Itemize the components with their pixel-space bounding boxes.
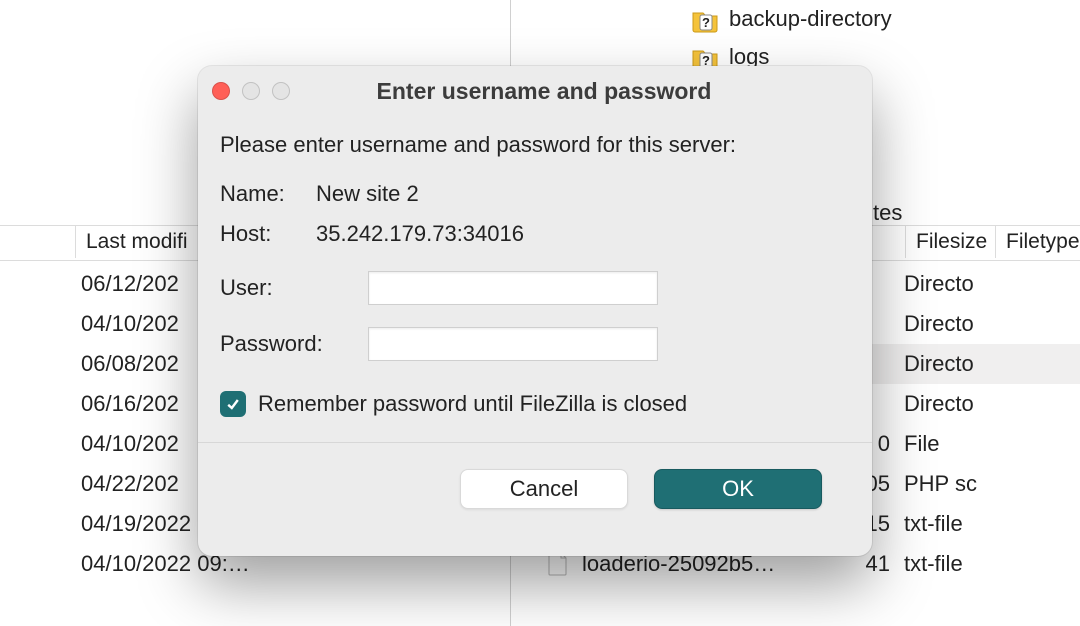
- column-filetype[interactable]: Filetype: [995, 226, 1080, 258]
- name-label: Name:: [220, 181, 302, 207]
- remote-tree-item[interactable]: ? backup-directory: [691, 0, 1055, 38]
- host-label: Host:: [220, 221, 302, 247]
- remember-label: Remember password until FileZilla is clo…: [258, 391, 687, 417]
- cell-filetype: txt-file: [896, 545, 1006, 582]
- password-label: Password:: [220, 331, 354, 357]
- cell-filetype: Directo: [896, 305, 1006, 342]
- cell-filetype: File: [896, 425, 1006, 462]
- cell-filetype: Directo: [896, 385, 1006, 422]
- dialog-prompt: Please enter username and password for t…: [220, 132, 850, 158]
- remember-checkbox[interactable]: [220, 391, 246, 417]
- svg-text:?: ?: [702, 15, 710, 30]
- dialog-title: Enter username and password: [230, 78, 858, 105]
- cell-filetype: txt-file: [896, 505, 1006, 542]
- cell-filetype: PHP sc: [896, 465, 1006, 502]
- site-name-row: Name: New site 2: [220, 174, 850, 214]
- user-input[interactable]: [368, 271, 658, 305]
- login-dialog: Enter username and password Please enter…: [198, 66, 872, 556]
- host-value: 35.242.179.73:34016: [316, 221, 524, 247]
- name-value: New site 2: [316, 181, 419, 207]
- cell-filetype: Directo: [896, 345, 1006, 382]
- titlebar: Enter username and password: [198, 66, 872, 116]
- remote-tree: ?backup-directory?logs: [535, 0, 1055, 76]
- close-icon[interactable]: [212, 82, 230, 100]
- password-input[interactable]: [368, 327, 658, 361]
- cancel-button[interactable]: Cancel: [460, 469, 628, 509]
- user-label: User:: [220, 275, 354, 301]
- cell-filetype: Directo: [896, 265, 1006, 302]
- host-row: Host: 35.242.179.73:34016: [220, 214, 850, 254]
- remote-tree-label: backup-directory: [729, 6, 892, 32]
- column-filesize[interactable]: Filesize: [905, 226, 995, 258]
- ok-button[interactable]: OK: [654, 469, 822, 509]
- folder-unknown-icon: ?: [691, 2, 719, 36]
